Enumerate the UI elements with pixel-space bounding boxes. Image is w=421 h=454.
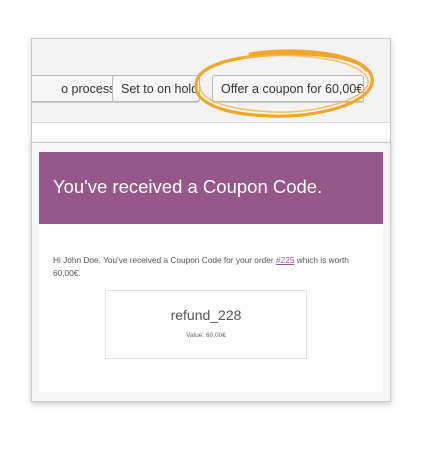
email-preview-panel: You've received a Coupon Code. Hi John D… xyxy=(31,142,391,402)
email-header-title: You've received a Coupon Code. xyxy=(53,176,323,197)
set-on-hold-button[interactable]: Set to on hold xyxy=(112,75,200,102)
screenshot-stage: o processing Set to on hold Offer a coup… xyxy=(0,0,421,454)
email-message: Hi John Doe. You've received a Coupon Co… xyxy=(53,254,371,280)
order-link[interactable]: #225 xyxy=(276,255,294,265)
coupon-box: refund_228 Value: 60,00€ xyxy=(105,290,307,359)
email-header: You've received a Coupon Code. xyxy=(39,152,383,224)
offer-coupon-button[interactable]: Offer a coupon for 60,00€ xyxy=(212,75,364,102)
greeting-text: Hi John Doe. You've received a Coupon Co… xyxy=(53,255,276,265)
email-body: You've received a Coupon Code. Hi John D… xyxy=(39,152,383,392)
coupon-code: refund_228 xyxy=(170,307,242,323)
order-actions-panel: o processing Set to on hold Offer a coup… xyxy=(31,38,391,144)
coupon-value: Value: 60,00€ xyxy=(186,332,226,339)
panel-footer xyxy=(32,122,390,143)
